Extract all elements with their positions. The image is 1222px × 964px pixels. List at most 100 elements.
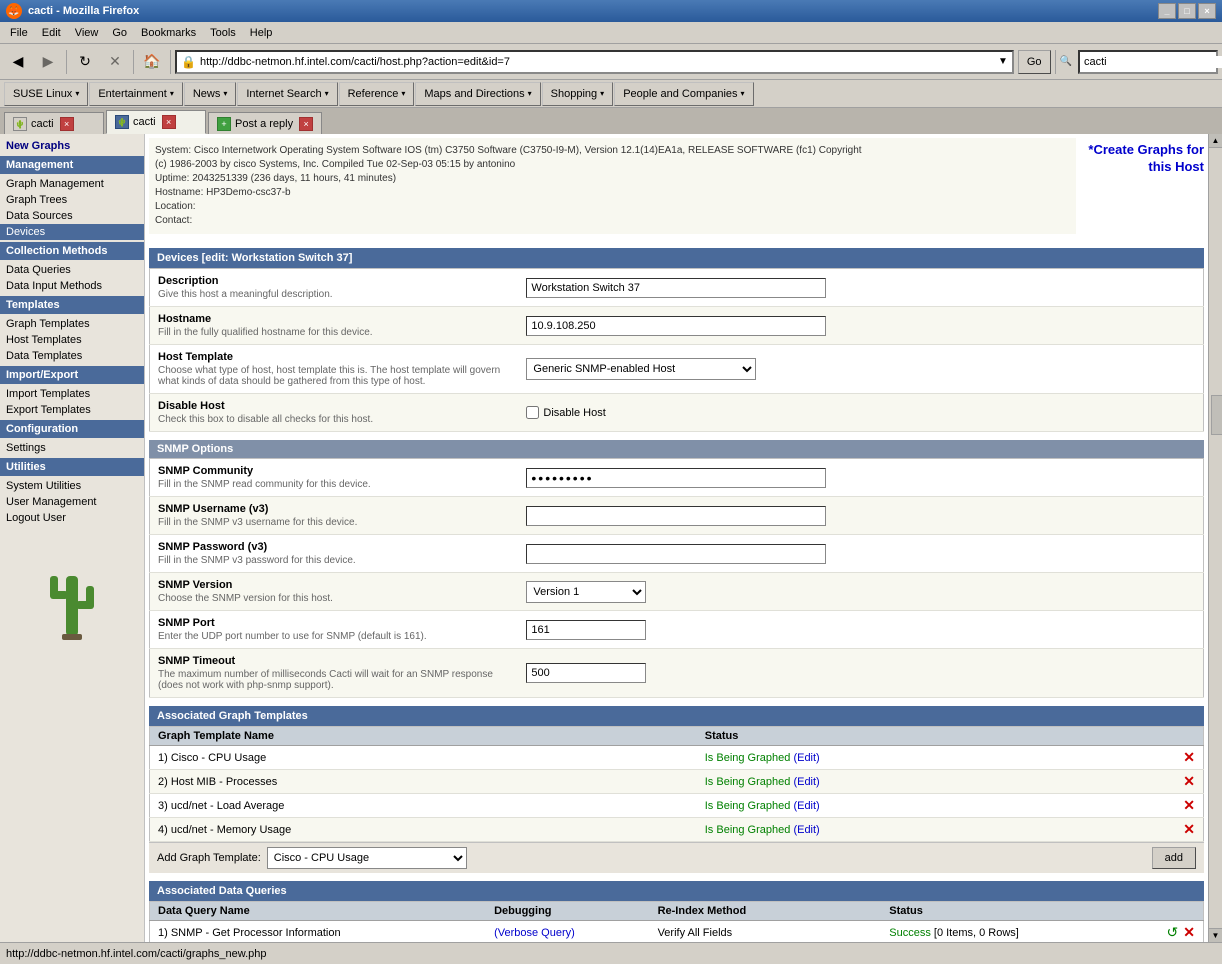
add-graph-template-button[interactable]: add (1152, 847, 1196, 869)
gt-edit-link-3[interactable]: (Edit) (793, 824, 819, 836)
snmp-password-input[interactable] (526, 544, 826, 564)
sidebar-item-graph-templates[interactable]: Graph Templates (0, 316, 144, 332)
menu-help[interactable]: Help (244, 25, 279, 41)
col-dq-reindex: Re-Index Method (650, 902, 882, 921)
gt-edit-link-1[interactable]: (Edit) (793, 776, 819, 788)
stop-button[interactable]: ✕ (101, 48, 129, 76)
tab-cacti-2[interactable]: 🌵 cacti × (106, 110, 206, 134)
sidebar-item-data-queries[interactable]: Data Queries (0, 262, 144, 278)
back-button[interactable]: ◀ (4, 48, 32, 76)
sidebar-item-data-sources[interactable]: Data Sources (0, 208, 144, 224)
scroll-up[interactable]: ▲ (1209, 134, 1222, 148)
tab-close-1[interactable]: × (60, 117, 74, 131)
snmp-username-input[interactable] (526, 506, 826, 526)
snmp-community-input[interactable] (526, 468, 826, 488)
sidebar-item-import-templates[interactable]: Import Templates (0, 386, 144, 402)
tab-close-2[interactable]: × (162, 115, 176, 129)
gt-delete-icon-1[interactable]: ✕ (1183, 773, 1195, 789)
snmp-timeout-input[interactable] (526, 663, 646, 683)
sidebar-item-graph-management[interactable]: Graph Management (0, 176, 144, 192)
sidebar-item-data-templates[interactable]: Data Templates (0, 348, 144, 364)
search-input[interactable] (1084, 56, 1222, 68)
bookmark-shopping[interactable]: Shopping▾ (542, 82, 614, 106)
sidebar-item-devices[interactable]: Devices (0, 224, 144, 240)
snmp-form-table: SNMP Community Fill in the SNMP read com… (149, 458, 1204, 698)
forward-button[interactable]: ▶ (34, 48, 62, 76)
sidebar-item-logout-user[interactable]: Logout User (0, 510, 144, 526)
sidebar-new-graphs[interactable]: New Graphs (0, 138, 144, 154)
tab-post-reply[interactable]: + Post a reply × (208, 112, 322, 134)
gt-status-2: Is Being Graphed (Edit) (697, 794, 1176, 818)
bookmark-reference[interactable]: Reference▾ (339, 82, 415, 106)
gt-delete-1[interactable]: ✕ (1175, 770, 1203, 794)
bookmark-entertainment[interactable]: Entertainment▾ (89, 82, 183, 106)
bookmark-people[interactable]: People and Companies▾ (614, 82, 753, 106)
scroll-thumb[interactable] (1211, 395, 1222, 435)
home-button[interactable]: 🏠 (138, 48, 166, 76)
menu-tools[interactable]: Tools (204, 25, 242, 41)
dq-delete-icon-0[interactable]: ✕ (1183, 924, 1195, 940)
tab-close-3[interactable]: × (299, 117, 313, 131)
sidebar-item-user-management[interactable]: User Management (0, 494, 144, 510)
sidebar-item-graph-trees[interactable]: Graph Trees (0, 192, 144, 208)
firefox-icon: 🦊 (6, 3, 22, 19)
gt-delete-icon-2[interactable]: ✕ (1183, 797, 1195, 813)
snmp-line3: Uptime: 2043251339 (236 days, 11 hours, … (155, 172, 1070, 186)
data-queries-table: Data Query Name Debugging Re-Index Metho… (149, 901, 1204, 942)
gt-name-1: 2) Host MIB - Processes (150, 770, 697, 794)
graph-template-row: 3) ucd/net - Load Average Is Being Graph… (150, 794, 1204, 818)
reload-button[interactable]: ↻ (71, 48, 99, 76)
snmp-version-desc: Choose the SNMP version for this host. (158, 593, 510, 604)
bookmark-internet-search[interactable]: Internet Search▾ (237, 82, 337, 106)
sidebar-item-export-templates[interactable]: Export Templates (0, 402, 144, 418)
menu-edit[interactable]: Edit (36, 25, 67, 41)
sidebar-item-host-templates[interactable]: Host Templates (0, 332, 144, 348)
snmp-row-version: SNMP Version Choose the SNMP version for… (150, 573, 1204, 611)
snmp-version-select[interactable]: Version 1 (526, 581, 646, 603)
sidebar-item-data-input-methods[interactable]: Data Input Methods (0, 278, 144, 294)
gt-delete-3[interactable]: ✕ (1175, 818, 1203, 842)
bookmark-maps[interactable]: Maps and Directions▾ (415, 82, 540, 106)
gt-edit-link-2[interactable]: (Edit) (793, 800, 819, 812)
disable-host-checkbox[interactable] (526, 406, 539, 419)
bookmark-suse[interactable]: SUSE Linux▾ (4, 82, 88, 106)
scrollbar[interactable]: ▲ ▼ (1208, 134, 1222, 942)
toolbar-separator-4 (1055, 50, 1056, 74)
create-graphs-link[interactable]: *Create Graphs for this Host (1088, 142, 1204, 176)
menu-bookmarks[interactable]: Bookmarks (135, 25, 202, 41)
gt-delete-icon-3[interactable]: ✕ (1183, 821, 1195, 837)
go-button[interactable]: Go (1018, 50, 1051, 74)
sidebar-item-system-utilities[interactable]: System Utilities (0, 478, 144, 494)
data-query-row: 1) SNMP - Get Processor Information (Ver… (150, 921, 1204, 943)
dq-verbose-link-0[interactable]: (Verbose Query) (494, 927, 575, 939)
snmp-port-input[interactable] (526, 620, 646, 640)
bookmark-news[interactable]: News▾ (184, 82, 237, 106)
title-bar: 🦊 cacti - Mozilla Firefox _ □ × (0, 0, 1222, 22)
gt-delete-icon-0[interactable]: ✕ (1183, 749, 1195, 765)
hostname-input[interactable] (526, 316, 826, 336)
add-graph-template-select[interactable]: Cisco - CPU Usage (267, 847, 467, 869)
snmp-line2: (c) 1986-2003 by cisco Systems, Inc. Com… (155, 158, 1070, 172)
snmp-timeout-label: SNMP Timeout (158, 655, 510, 667)
sidebar-item-settings[interactable]: Settings (0, 440, 144, 456)
gt-edit-link-0[interactable]: (Edit) (793, 752, 819, 764)
menu-go[interactable]: Go (106, 25, 133, 41)
host-template-select[interactable]: Generic SNMP-enabled Host (526, 358, 756, 380)
tab-cacti-1[interactable]: 🌵 cacti × (4, 112, 104, 134)
dq-rerun-icon-0[interactable]: ↺ (1166, 924, 1178, 940)
close-button[interactable]: × (1198, 3, 1216, 19)
gt-delete-2[interactable]: ✕ (1175, 794, 1203, 818)
status-bar: http://ddbc-netmon.hf.intel.com/cacti/gr… (0, 942, 1222, 964)
graph-template-row: 1) Cisco - CPU Usage Is Being Graphed (E… (150, 746, 1204, 770)
address-input[interactable] (200, 56, 998, 68)
graph-templates-table: Graph Template Name Status 1) Cisco - CP… (149, 726, 1204, 842)
gt-delete-0[interactable]: ✕ (1175, 746, 1203, 770)
maximize-button[interactable]: □ (1178, 3, 1196, 19)
snmp-community-label: SNMP Community (158, 465, 510, 477)
scroll-down[interactable]: ▼ (1209, 928, 1222, 942)
description-input[interactable] (526, 278, 826, 298)
minimize-button[interactable]: _ (1158, 3, 1176, 19)
menu-view[interactable]: View (69, 25, 105, 41)
menu-file[interactable]: File (4, 25, 34, 41)
gt-name-2: 3) ucd/net - Load Average (150, 794, 697, 818)
